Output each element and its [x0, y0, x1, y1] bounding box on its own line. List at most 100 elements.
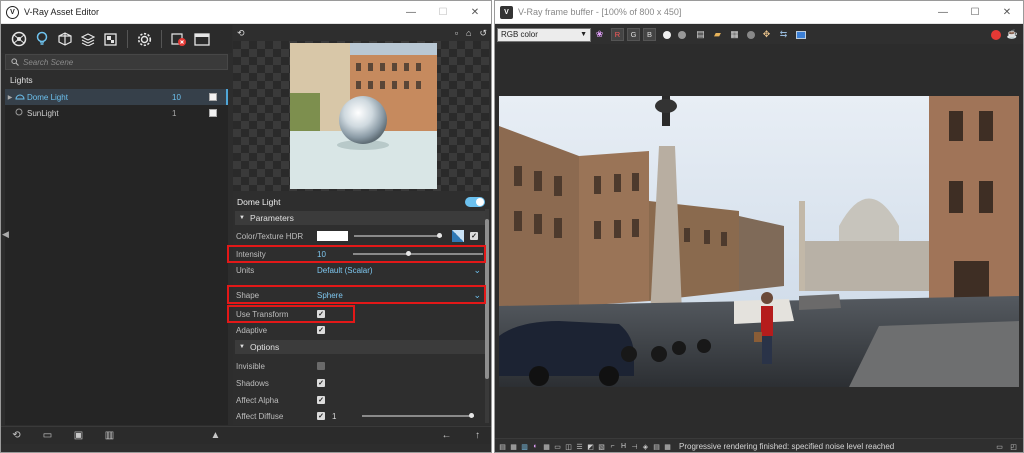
clear-image-icon[interactable]: ▦ [726, 28, 743, 42]
category-header-lights[interactable]: Lights [5, 73, 228, 88]
chevron-down-icon[interactable]: ⌄ [473, 265, 481, 276]
open-icon[interactable]: ▭ [32, 430, 63, 441]
color-slider[interactable] [354, 233, 442, 238]
texture-enable-checkbox[interactable]: ✓ [470, 232, 478, 240]
collapse-panel-icon[interactable]: ◀ [2, 229, 9, 240]
list-item[interactable]: SunLight 1 [5, 105, 228, 121]
shadows-checkbox[interactable]: ✓ [317, 379, 325, 387]
square-icon[interactable]: ▫ [455, 28, 458, 38]
red-channel-button[interactable]: R [611, 28, 624, 41]
white-balance-icon[interactable]: ◩ [585, 443, 596, 451]
exposure-icon[interactable]: ☰ [574, 443, 585, 451]
delete-icon[interactable]: ▥ [94, 430, 125, 441]
alpha-white-icon[interactable] [663, 30, 671, 39]
asset-enable-checkbox[interactable] [209, 109, 217, 117]
hsl-icon[interactable]: ▧ [596, 443, 607, 451]
scene-icon[interactable]: ⌂ [466, 28, 471, 38]
color-swatch[interactable] [317, 231, 348, 241]
enable-toggle[interactable] [465, 197, 485, 207]
invisible-checkbox[interactable] [317, 362, 325, 370]
layers-icon[interactable]: ▥ [519, 443, 530, 451]
histogram-icon[interactable]: ⊣ [629, 443, 640, 451]
compare-ab-icon[interactable]: ▭ [552, 443, 563, 451]
reset-icon[interactable]: ↺ [479, 28, 487, 39]
geometry-icon[interactable] [53, 28, 76, 50]
render-elements-icon[interactable] [99, 28, 122, 50]
render-preview-icon[interactable]: ⟲ [237, 28, 245, 39]
affect-diffuse-checkbox[interactable]: ✓ [317, 412, 325, 420]
save-image-icon[interactable]: ▤ [692, 28, 709, 42]
maximize-button[interactable]: ☐ [427, 7, 459, 18]
lens-effects-icon[interactable]: ▦ [508, 443, 519, 451]
shape-row[interactable]: Shape Sphere ⌄ [235, 287, 485, 303]
curves-icon[interactable]: ⌐ [607, 443, 618, 450]
link-icon[interactable]: ⇆ [775, 28, 792, 42]
frame-buffer-window: V V-Ray frame buffer - [100% of 800 x 45… [494, 0, 1024, 453]
region-render-icon[interactable]: ✥ [758, 28, 775, 42]
affect-diffuse-slider[interactable] [362, 413, 474, 418]
info-icon[interactable]: ▦ [662, 443, 673, 451]
settings-scrollbar[interactable] [485, 209, 489, 423]
purge-icon[interactable]: ▲ [200, 430, 231, 441]
green-channel-button[interactable]: G [627, 28, 640, 41]
slider-knob[interactable] [437, 233, 442, 238]
units-dropdown[interactable]: Default (Scalar) [317, 266, 373, 275]
grid-icon[interactable]: ▦ [541, 443, 552, 451]
scrollbar-thumb[interactable] [485, 219, 489, 379]
panel-toggle-icon[interactable]: ▭ [994, 443, 1005, 451]
chevron-down-icon[interactable]: ⌄ [473, 290, 481, 301]
blue-channel-button[interactable]: B [643, 28, 656, 41]
close-button[interactable]: ✕ [991, 7, 1023, 18]
framebuffer-icon[interactable] [190, 28, 213, 50]
alpha-mono-icon[interactable] [678, 30, 686, 39]
frame-buffer-title: V-Ray frame buffer - [100% of 800 x 450] [518, 7, 682, 17]
shape-dropdown[interactable]: Sphere [317, 291, 343, 300]
folder-icon[interactable]: ▰ [709, 28, 726, 42]
affect-diffuse-value[interactable]: 1 [332, 412, 362, 421]
vray-logo-icon: V [6, 5, 19, 19]
stop-render-icon[interactable] [987, 28, 1004, 42]
background-icon[interactable]: ◈ [640, 443, 651, 451]
channel-select[interactable]: RGB color ▼ [497, 27, 591, 42]
units-row[interactable]: Units Default (Scalar) ⌄ [235, 262, 485, 278]
minimize-button[interactable]: — [395, 7, 427, 18]
list-item[interactable]: ▶ Dome Light 10 [5, 89, 228, 105]
new-asset-icon[interactable]: ⟲ [1, 430, 32, 441]
expand-icon[interactable]: ◰ [1008, 443, 1019, 451]
intensity-slider[interactable] [353, 251, 483, 256]
color-channels-icon[interactable]: ❀ [591, 28, 608, 42]
adaptive-row: Adaptive ✓ [235, 322, 485, 338]
options-section-header[interactable]: ▼ Options [235, 340, 485, 354]
texture-slot-icon[interactable] [452, 230, 464, 242]
levels-icon[interactable]: H [618, 443, 629, 450]
lights-icon[interactable] [30, 28, 53, 50]
save-icon[interactable]: ▣ [63, 430, 94, 441]
back-arrow-icon[interactable]: ← [431, 430, 462, 441]
use-transform-checkbox[interactable]: ✓ [317, 310, 325, 318]
close-button[interactable]: ✕ [459, 7, 491, 18]
history-icon[interactable]: ▤ [497, 443, 508, 451]
affect-alpha-checkbox[interactable]: ✓ [317, 396, 325, 404]
parameters-section-header[interactable]: ▼ Parameters [235, 211, 485, 225]
compare-icon[interactable] [792, 28, 809, 42]
materials-icon[interactable] [7, 28, 30, 50]
slider-knob[interactable] [469, 413, 474, 418]
textures-icon[interactable] [76, 28, 99, 50]
material-preview [233, 41, 489, 191]
up-arrow-icon[interactable]: ↑ [462, 430, 491, 441]
maximize-button[interactable]: ☐ [959, 7, 991, 18]
lut-icon[interactable]: ◫ [563, 443, 574, 451]
intensity-value-input[interactable]: 10 [317, 250, 353, 259]
minimize-button[interactable]: — [927, 7, 959, 18]
settings-icon[interactable] [133, 28, 156, 50]
track-mouse-icon[interactable] [747, 30, 755, 39]
render-teapot-icon[interactable]: ☕ [1004, 28, 1021, 42]
adaptive-checkbox[interactable]: ✓ [317, 326, 325, 334]
color-correct-icon[interactable]: ▤ [651, 443, 662, 451]
expand-arrow-icon[interactable]: ▶ [5, 94, 15, 101]
asset-enable-checkbox[interactable] [209, 93, 217, 101]
slider-knob[interactable] [406, 251, 411, 256]
search-input[interactable] [23, 57, 223, 67]
render-icon[interactable] [167, 28, 190, 50]
stats-icon[interactable]: ◐ [530, 443, 541, 450]
